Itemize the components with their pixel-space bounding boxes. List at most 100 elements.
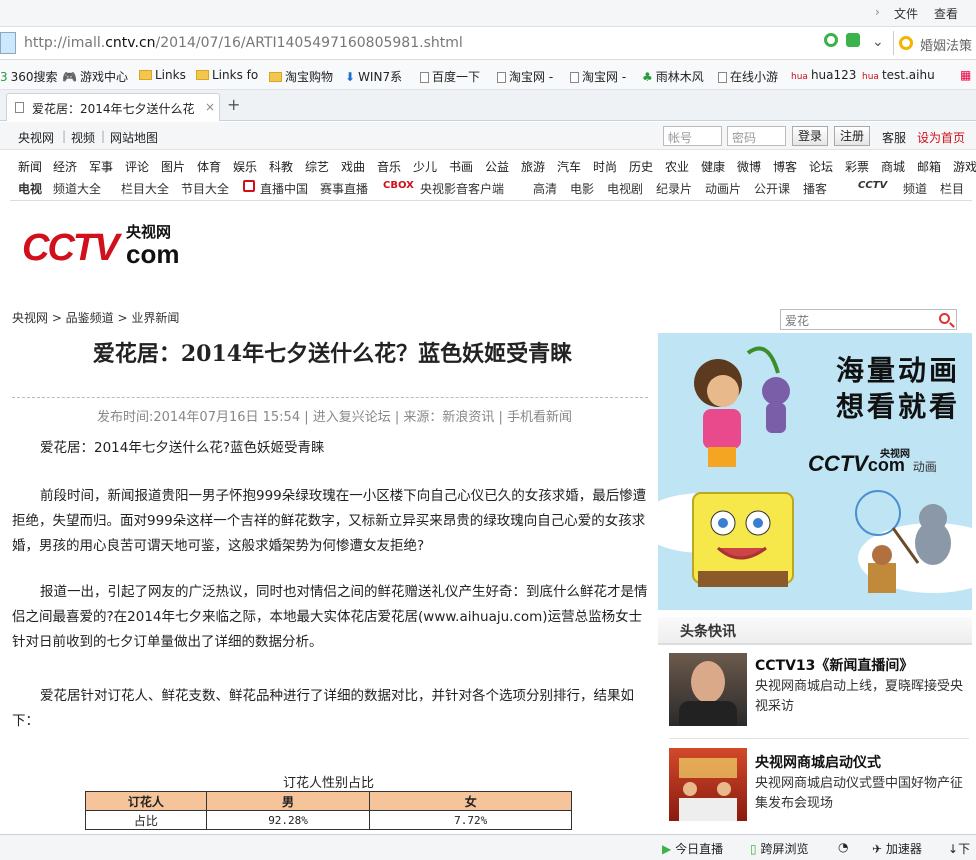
nav-link[interactable]: 健康	[701, 158, 725, 175]
username-input[interactable]: 帐号	[663, 126, 722, 146]
close-icon[interactable]: ×	[205, 100, 215, 114]
nav-link[interactable]: 微博	[737, 158, 761, 175]
register-button[interactable]: 注册	[834, 126, 870, 146]
search-engine-icon[interactable]	[899, 36, 913, 50]
news-description[interactable]: 央视网商城启动仪式暨中国好物产征集发布会现场	[755, 774, 970, 814]
nav-link[interactable]: 书画	[449, 158, 473, 175]
nav-link[interactable]: 时尚	[593, 158, 617, 175]
nav-link[interactable]: 游戏	[953, 158, 976, 175]
search-icon[interactable]	[939, 313, 950, 324]
bookmark[interactable]: ⬇ WIN7系	[345, 68, 402, 85]
table-caption: 订花人性别占比	[282, 776, 374, 791]
nav-link[interactable]: 纪录片	[656, 180, 692, 197]
nav-link[interactable]: 电视剧	[607, 180, 643, 197]
nav-link[interactable]: 直播中国	[260, 180, 308, 197]
news-title[interactable]: CCTV13《新闻直播间》	[755, 655, 913, 675]
nav-link[interactable]: 电影	[570, 180, 594, 197]
nav-link[interactable]: 娱乐	[233, 158, 257, 175]
news-thumbnail[interactable]	[669, 748, 747, 821]
chevron-right-icon[interactable]: ›	[875, 5, 880, 19]
nav-link[interactable]: 图片	[161, 158, 185, 175]
nav-link[interactable]: 商城	[881, 158, 905, 175]
menu-file[interactable]: 文件	[894, 5, 918, 22]
bookmark[interactable]: 百度一下	[420, 68, 480, 85]
cbox-logo[interactable]: CBOX	[383, 180, 414, 191]
leaf-icon[interactable]	[846, 33, 860, 47]
nav-link[interactable]: 公开课	[754, 180, 790, 197]
chevron-down-icon[interactable]: ⌄	[872, 34, 884, 50]
nav-link[interactable]: 军事	[89, 158, 113, 175]
refresh-icon[interactable]	[824, 33, 838, 47]
clock-icon[interactable]: ◔	[838, 840, 848, 854]
login-button[interactable]: 登录	[792, 126, 828, 146]
bookmark[interactable]: hua test.aihu	[862, 68, 935, 82]
nav-link[interactable]: 频道	[903, 180, 927, 197]
nav-link[interactable]: 新闻	[18, 158, 42, 175]
nav-link[interactable]: 电视	[18, 180, 42, 197]
nav-link[interactable]: 央视影音客户端	[420, 180, 504, 197]
cross-screen-button[interactable]: ▯ 跨屏浏览	[750, 840, 808, 857]
nav-link[interactable]: 旅游	[521, 158, 545, 175]
breadcrumb[interactable]: 央视网 > 品鉴频道 > 业界新闻	[12, 309, 179, 326]
bookmark[interactable]: 淘宝网 -	[497, 68, 553, 85]
accelerator-button[interactable]: ✈ 加速器	[872, 840, 922, 857]
page-security-icon[interactable]	[0, 32, 16, 54]
nav-link[interactable]: 汽车	[557, 158, 581, 175]
apps-grid-icon[interactable]: ▦	[960, 68, 971, 82]
nav-link[interactable]: 论坛	[809, 158, 833, 175]
nav-link[interactable]: 频道大全	[53, 180, 101, 197]
table-cell: 92.28%	[205, 810, 371, 830]
nav-link[interactable]: 综艺	[305, 158, 329, 175]
live-today-button[interactable]: ▶ 今日直播	[662, 840, 723, 857]
bookmark[interactable]: 3 360搜索	[0, 68, 58, 85]
link-cntv[interactable]: 央视网	[18, 129, 54, 146]
nav-link[interactable]: 音乐	[377, 158, 401, 175]
nav-link[interactable]: 栏目大全	[121, 180, 169, 197]
bookmark[interactable]: Links fo	[196, 68, 258, 82]
nav-link[interactable]: 公益	[485, 158, 509, 175]
bookmark[interactable]: 🎮 游戏中心	[62, 68, 128, 85]
search-suggest[interactable]: 婚姻法策	[920, 35, 972, 54]
tab-active[interactable]: 爱花居：2014年七夕送什么花 ×	[6, 93, 220, 121]
nav-link[interactable]: 赛事直播	[320, 180, 368, 197]
bookmark[interactable]: Links	[139, 68, 186, 82]
site-search-input[interactable]: 爱花	[780, 309, 957, 330]
nav-link[interactable]: 邮箱	[917, 158, 941, 175]
bookmark[interactable]: 淘宝购物	[269, 68, 333, 85]
nav-link[interactable]: 科教	[269, 158, 293, 175]
nav-link[interactable]: 历史	[629, 158, 653, 175]
bookmark[interactable]: 在线小游	[718, 68, 778, 85]
news-description[interactable]: 央视网商城启动上线，夏晓晖接受央视采访	[755, 677, 970, 717]
password-input[interactable]: 密码	[727, 126, 786, 146]
cctv-logo[interactable]: CCTV 央视网 com	[22, 215, 184, 275]
link-set-home[interactable]: 设为首页	[917, 129, 965, 146]
link-video[interactable]: 视频	[71, 129, 95, 146]
nav-link[interactable]: 高清	[533, 180, 557, 197]
nav-link[interactable]: 节目大全	[181, 180, 229, 197]
link-service[interactable]: 客服	[882, 129, 906, 146]
nav-link[interactable]: 播客	[803, 180, 827, 197]
download-button[interactable]: ↓下	[948, 840, 970, 857]
nav-link[interactable]: 体育	[197, 158, 221, 175]
news-title[interactable]: 央视网商城启动仪式	[755, 752, 881, 772]
link-sitemap[interactable]: 网站地图	[110, 129, 158, 146]
nav-link[interactable]: 动画片	[705, 180, 741, 197]
nav-link[interactable]: 栏目	[940, 180, 964, 197]
divider: |	[62, 129, 67, 143]
bookmark[interactable]: hua hua123	[791, 68, 856, 82]
nav-link[interactable]: 评论	[125, 158, 149, 175]
nav-link[interactable]: 博客	[773, 158, 797, 175]
nav-link[interactable]: 戏曲	[341, 158, 365, 175]
nav-link[interactable]: 彩票	[845, 158, 869, 175]
nav-link[interactable]: 农业	[665, 158, 689, 175]
cctv-small-logo[interactable]: CCTV	[858, 180, 887, 191]
url-input[interactable]: http://imall.cntv.cn/2014/07/16/ARTI1405…	[20, 31, 890, 55]
animation-banner[interactable]: 海量动画 想看就看 CCTVcom 央视网 动画	[658, 333, 972, 610]
new-tab-button[interactable]: +	[227, 95, 240, 114]
bookmark[interactable]: ♣ 雨林木风	[642, 68, 704, 85]
news-thumbnail[interactable]	[669, 653, 747, 726]
bookmark[interactable]: 淘宝网 -	[570, 68, 626, 85]
menu-view[interactable]: 查看	[934, 5, 958, 22]
nav-link[interactable]: 少儿	[413, 158, 437, 175]
nav-link[interactable]: 经济	[53, 158, 77, 175]
